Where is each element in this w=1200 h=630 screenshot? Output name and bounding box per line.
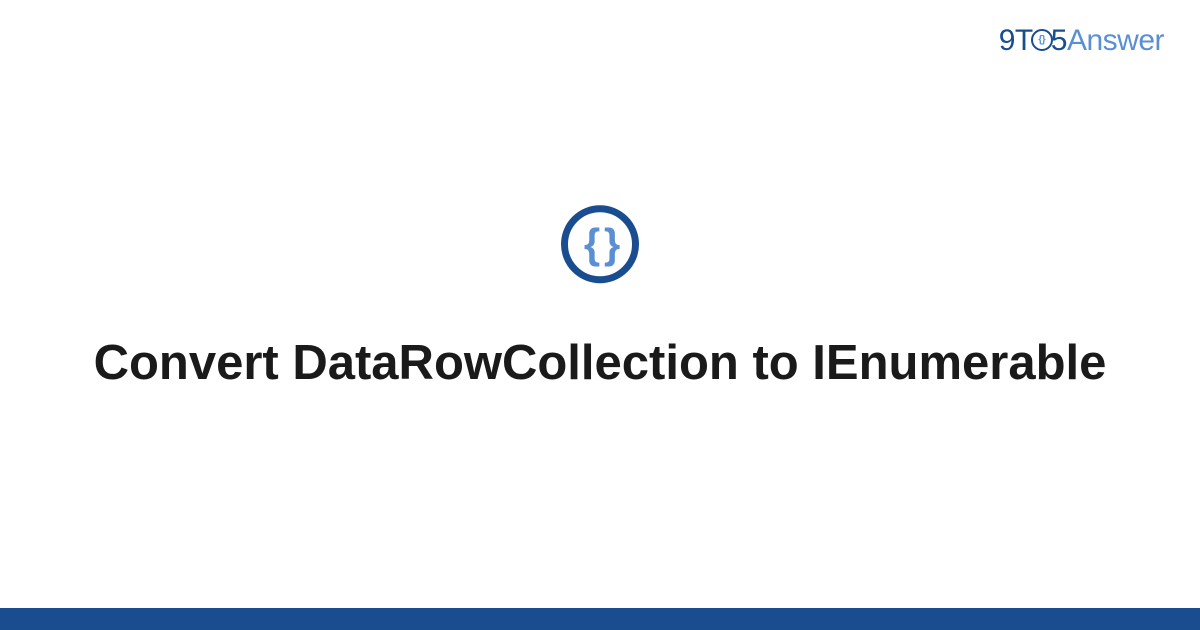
footer-bar [0,608,1200,630]
code-braces-icon: { } [584,220,616,268]
logo-text-9t: 9T [999,24,1033,57]
main-content: { } Convert DataRowCollection to IEnumer… [0,205,1200,394]
page-title: Convert DataRowCollection to IEnumerable [0,333,1200,394]
header: 9T 5Answer [999,24,1164,58]
logo-o-icon [1031,29,1053,51]
category-icon-circle: { } [561,205,639,283]
logo-text-answer: Answer [1067,24,1164,57]
site-logo: 9T 5Answer [999,24,1164,58]
logo-text-5: 5 [1051,24,1067,57]
